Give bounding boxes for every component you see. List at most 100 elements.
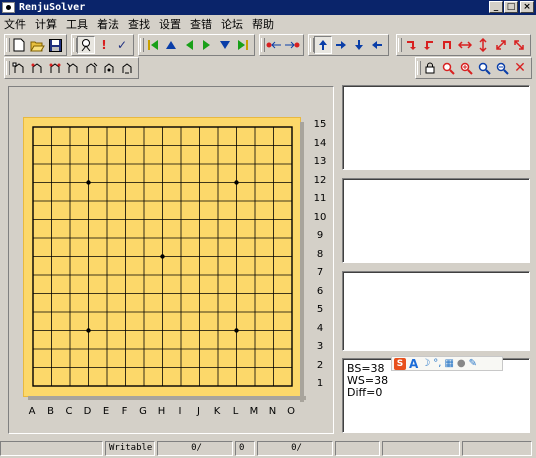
column-label: N <box>268 406 277 417</box>
toolbar-transform <box>396 34 535 56</box>
star-point <box>86 328 91 333</box>
menu-settings[interactable]: 设置 <box>159 16 181 32</box>
star-point <box>234 180 239 185</box>
tool-6-icon[interactable] <box>100 59 118 77</box>
save-icon[interactable] <box>46 36 64 54</box>
analyze-icon[interactable] <box>77 36 95 54</box>
toolbar-analysis-group: ! ✓ <box>71 34 134 56</box>
column-label: J <box>197 406 200 417</box>
toolbar-view: ✕ <box>415 57 536 79</box>
window-title: RenjuSolver <box>19 2 86 13</box>
checkmark-icon[interactable]: ✓ <box>113 36 131 54</box>
menu-moves[interactable]: 着法 <box>97 16 119 32</box>
row-label: 5 <box>316 304 324 315</box>
open-icon[interactable] <box>28 36 46 54</box>
menu-forum[interactable]: 论坛 <box>221 16 243 32</box>
zoom-icon[interactable] <box>439 59 457 77</box>
status-pane-6 <box>335 441 380 456</box>
zoom-fit-icon[interactable] <box>493 59 511 77</box>
ime-mode-icon[interactable]: A <box>409 357 418 371</box>
menu-check-errors[interactable]: 查错 <box>190 16 212 32</box>
row-label: 3 <box>316 341 324 352</box>
first-move-icon[interactable] <box>144 36 162 54</box>
flip-vertical-icon[interactable] <box>474 36 492 54</box>
minimize-button[interactable]: _ <box>489 1 503 13</box>
menu-compute[interactable]: 计算 <box>35 16 57 32</box>
status-pane-nodes: 0/ <box>257 441 333 456</box>
column-label: G <box>139 406 147 417</box>
rotate-right-icon[interactable] <box>402 36 420 54</box>
title-bar: RenjuSolver _ □ × <box>0 0 536 15</box>
previous-move-icon[interactable] <box>180 36 198 54</box>
column-label: K <box>213 406 221 417</box>
next-move-icon[interactable] <box>198 36 216 54</box>
column-label: C <box>65 406 73 417</box>
ime-punctuation-icon[interactable]: °, <box>433 358 441 369</box>
lock-icon[interactable] <box>421 59 439 77</box>
star-point <box>160 254 165 259</box>
status-pane-8 <box>462 441 532 456</box>
menu-help[interactable]: 帮助 <box>252 16 274 32</box>
shift-up-icon[interactable] <box>314 36 332 54</box>
toolbar-tools-group <box>4 57 139 79</box>
info-panel-2 <box>342 178 530 263</box>
ime-toolbar[interactable]: S A ☽ °, ▦ ● ✎ <box>391 356 503 371</box>
menu-find[interactable]: 查找 <box>128 16 150 32</box>
status-pane-moves: 0/ <box>157 441 233 456</box>
down-triangle-icon[interactable] <box>216 36 234 54</box>
rotate-left-icon[interactable] <box>420 36 438 54</box>
column-label: L <box>232 406 239 417</box>
toolbar-main: ! ✓ <box>4 34 393 56</box>
toolbar-view-group: ✕ <box>415 57 532 79</box>
shift-left-icon[interactable] <box>368 36 386 54</box>
menu-file[interactable]: 文件 <box>4 16 26 32</box>
maximize-button[interactable]: □ <box>504 1 518 13</box>
tool-3-icon[interactable] <box>46 59 64 77</box>
row-label: 10 <box>313 211 327 223</box>
toolbar-shift-group <box>308 34 389 56</box>
zoom-out-icon[interactable] <box>475 59 493 77</box>
app-icon <box>2 2 15 13</box>
column-label: H <box>157 406 166 417</box>
menu-tools[interactable]: 工具 <box>66 16 88 32</box>
row-label: 15 <box>313 119 327 130</box>
zoom-in-icon[interactable] <box>457 59 475 77</box>
row-label: 7 <box>316 267 324 278</box>
flip-diagonal-icon[interactable] <box>492 36 510 54</box>
stone-left-icon[interactable] <box>265 36 283 54</box>
row-label: 1 <box>316 378 324 389</box>
row-label: 12 <box>313 174 327 186</box>
board-grid[interactable] <box>24 118 302 398</box>
shift-down-icon[interactable] <box>350 36 368 54</box>
toolbar-transform-group <box>396 34 531 56</box>
column-label: I <box>178 406 182 417</box>
status-pane-7 <box>382 441 460 456</box>
toolbar-navigation-group <box>138 34 255 56</box>
tool-5-icon[interactable] <box>82 59 100 77</box>
ime-logo-icon[interactable]: S <box>394 357 406 370</box>
up-triangle-icon[interactable] <box>162 36 180 54</box>
tool-7-icon[interactable] <box>118 59 136 77</box>
status-pane-count: 0 <box>235 441 255 456</box>
game-board[interactable] <box>23 117 306 402</box>
new-icon[interactable] <box>10 36 28 54</box>
ime-keyboard-icon[interactable]: ▦ <box>444 358 453 369</box>
rotate-180-icon[interactable] <box>438 36 456 54</box>
tool-2-icon[interactable] <box>28 59 46 77</box>
row-label: 9 <box>316 230 324 241</box>
toolbar-secondary <box>4 57 143 79</box>
last-move-icon[interactable] <box>234 36 252 54</box>
ime-settings-icon[interactable]: ✎ <box>469 358 477 369</box>
ime-moon-icon[interactable]: ☽ <box>421 358 430 369</box>
stone-right-icon[interactable] <box>283 36 301 54</box>
shift-right-icon[interactable] <box>332 36 350 54</box>
flip-antidiagonal-icon[interactable] <box>510 36 528 54</box>
close-icon[interactable]: ✕ <box>511 59 529 77</box>
row-label: 13 <box>313 156 327 167</box>
tool-4-icon[interactable] <box>64 59 82 77</box>
ime-user-icon[interactable]: ● <box>457 358 466 369</box>
tool-1-icon[interactable] <box>10 59 28 77</box>
close-window-button[interactable]: × <box>520 1 534 13</box>
flip-horizontal-icon[interactable] <box>456 36 474 54</box>
exclamation-icon[interactable]: ! <box>95 36 113 54</box>
